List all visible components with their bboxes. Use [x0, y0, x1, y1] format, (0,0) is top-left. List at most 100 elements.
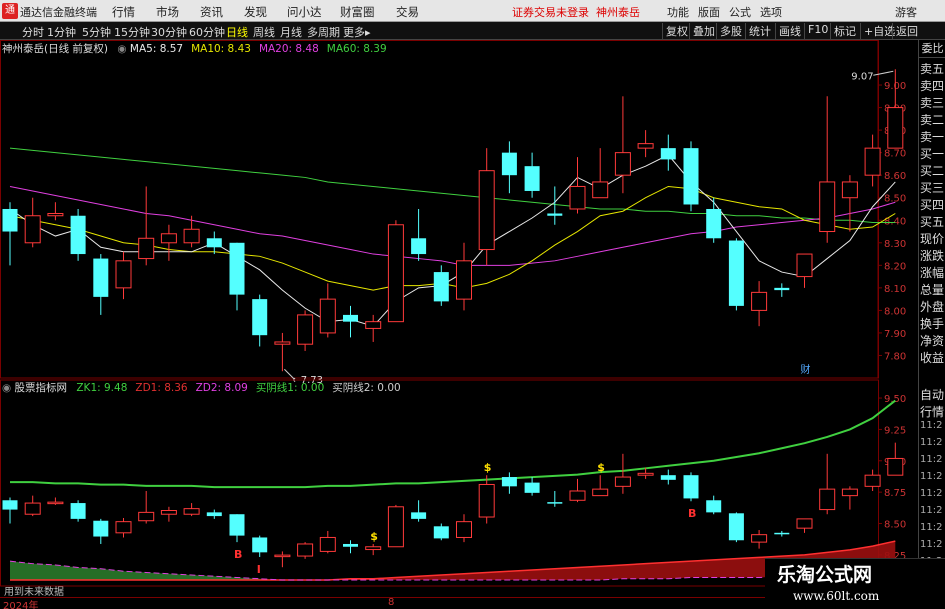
sidebar-item-17[interactable]: 收益	[920, 349, 945, 365]
main-candle-down	[70, 215, 86, 255]
sidebar-item-13[interactable]: 总量	[920, 281, 945, 297]
period-daily[interactable]: 日线	[226, 24, 248, 40]
main-candle-up	[864, 147, 881, 176]
sub-indicator-bar: ◉ 股票指标网 ZK1: 9.48 ZD1: 8.36 ZD2: 8.09 买阴线1:…	[2, 380, 409, 396]
menu-news[interactable]: 资讯	[200, 4, 223, 20]
sub-candle-down	[706, 500, 722, 513]
f10-button[interactable]: F10	[804, 23, 831, 39]
sidebar-item-16[interactable]: 净资	[920, 332, 945, 348]
sub-candle-up	[569, 490, 586, 501]
menu-discover[interactable]: 发现	[244, 4, 267, 20]
menu-trade[interactable]: 交易	[396, 4, 419, 20]
period-30min[interactable]: 30分钟	[151, 24, 187, 40]
sub-y-tick-label: 9.50	[884, 394, 906, 405]
period-1min[interactable]: 1分钟	[47, 24, 76, 40]
sub-candle-down	[343, 543, 358, 547]
sub-y-tick-label: 8.50	[884, 520, 906, 531]
period-monthly[interactable]: 月线	[280, 24, 302, 40]
menu-options[interactable]: 选项	[760, 4, 782, 20]
main-candle-up	[138, 237, 155, 260]
sidebar-lower-item-6[interactable]: 11:2	[920, 488, 945, 504]
menu-wealth[interactable]: 财富圈	[340, 4, 375, 20]
dot-icon: ◉	[117, 43, 127, 55]
sub-candle-down	[501, 477, 517, 487]
sub-candle-up	[47, 501, 64, 505]
sub-candle-up	[819, 488, 836, 511]
period-15min[interactable]: 15分钟	[114, 24, 150, 40]
main-y-tick-label: 7.80	[884, 351, 906, 362]
sidebar-item-9[interactable]: 买五	[920, 213, 945, 229]
back-button[interactable]: 返回	[892, 23, 921, 39]
menu-market[interactable]: 行情	[112, 4, 135, 20]
main-candle-up	[183, 228, 200, 244]
sidebar-lower-item-0[interactable]: 自动	[920, 386, 945, 402]
sidebar-item-3[interactable]: 卖二	[920, 111, 945, 127]
sub-candle-up	[751, 534, 768, 543]
overlay-button[interactable]: 叠加	[689, 23, 718, 39]
sub-candle-down	[683, 475, 699, 499]
sidebar-lower-item-8[interactable]: 11:2	[920, 522, 945, 538]
charts-canvas[interactable]: 9.008.908.808.708.608.508.408.308.208.10…	[0, 40, 918, 597]
period-5min[interactable]: 5分钟	[82, 24, 111, 40]
main-candle-up	[274, 341, 291, 345]
sidebar-item-7[interactable]: 买三	[920, 179, 945, 195]
app-logo-icon: 通	[2, 3, 18, 19]
statistics-button[interactable]: 统计	[745, 23, 774, 39]
sidebar-item-0[interactable]: 卖五	[920, 60, 945, 76]
sub-candle-up	[592, 488, 609, 497]
sidebar-item-10[interactable]: 现价	[920, 230, 945, 246]
period-weekly[interactable]: 周线	[253, 24, 275, 40]
sidebar-header[interactable]: 委比	[919, 40, 945, 58]
main-candle-up	[887, 107, 904, 149]
menu-function[interactable]: 功能	[667, 4, 689, 20]
menu-ask[interactable]: 问小达	[287, 4, 322, 20]
multi-stock-button[interactable]: 多股	[716, 23, 745, 39]
sidebar-lower-item-7[interactable]: 11:2	[920, 505, 945, 521]
sidebar-lower-item-9[interactable]: 11:2	[920, 539, 945, 555]
sidebar-item-5[interactable]: 买一	[920, 145, 945, 161]
menu-exchange[interactable]: 市场	[156, 4, 179, 20]
main-y-tick-label: 8.20	[884, 261, 906, 272]
signal-b: B	[688, 507, 696, 520]
period-toolbar: 分时 1分钟 5分钟 15分钟 30分钟 60分钟 日线 周线 月线 多周期 更…	[0, 22, 945, 40]
sub-candle-down	[411, 512, 427, 519]
menu-layout[interactable]: 版面	[698, 4, 720, 20]
main-y-tick-label: 8.60	[884, 171, 906, 182]
sidebar-item-6[interactable]: 买二	[920, 162, 945, 178]
sidebar-item-15[interactable]: 换手	[920, 315, 945, 331]
main-candle-up	[796, 253, 813, 278]
main-panel-title: 神州泰岳(日线 前复权)	[2, 43, 109, 55]
period-more[interactable]: 更多▸	[343, 24, 371, 40]
main-candle-down	[728, 240, 744, 306]
sidebar-lower-item-5[interactable]: 11:2	[920, 471, 945, 487]
sidebar-lower-item-4[interactable]: 11:2	[920, 454, 945, 470]
mark-button[interactable]: 标记	[830, 23, 859, 39]
menu-formula[interactable]: 公式	[729, 4, 751, 20]
sidebar-item-14[interactable]: 外盘	[920, 298, 945, 314]
sidebar-item-12[interactable]: 涨幅	[920, 264, 945, 280]
main-y-tick-label: 8.70	[884, 149, 906, 160]
main-candle-down	[774, 287, 790, 291]
sidebar-item-11[interactable]: 涨跌	[920, 247, 945, 263]
period-multi[interactable]: 多周期	[307, 24, 340, 40]
sidebar-lower-item-3[interactable]: 11:2	[920, 437, 945, 453]
sidebar-item-8[interactable]: 买四	[920, 196, 945, 212]
guest-label[interactable]: 游客	[895, 4, 917, 20]
period-timeshare[interactable]: 分时	[22, 24, 44, 40]
sidebar-item-2[interactable]: 卖三	[920, 94, 945, 110]
adjust-button[interactable]: 复权	[662, 23, 691, 39]
sidebar-item-4[interactable]: 卖一	[920, 128, 945, 144]
period-60min[interactable]: 60分钟	[189, 24, 225, 40]
sidebar-item-1[interactable]: 卖四	[920, 77, 945, 93]
quote-sidebar: 委比 卖五 卖四 卖三 卖二 卖一 买一 买二 买三 买四 买五 现价 涨跌 涨幅 总量 外盘 换手 净资 收益自…	[918, 40, 945, 609]
zk1-line	[10, 399, 896, 489]
main-candle-up	[751, 291, 768, 311]
main-candle-up	[592, 181, 609, 199]
main-candle-down	[93, 258, 109, 297]
sidebar-lower-item-1[interactable]: 行情	[920, 403, 945, 419]
draw-button[interactable]: 画线	[775, 23, 804, 39]
watermark-title: 乐淘公式网	[777, 564, 873, 586]
main-candle-down	[433, 272, 449, 302]
main-y-tick-label: 8.10	[884, 284, 906, 295]
sidebar-lower-item-2[interactable]: 11:2	[920, 420, 945, 436]
